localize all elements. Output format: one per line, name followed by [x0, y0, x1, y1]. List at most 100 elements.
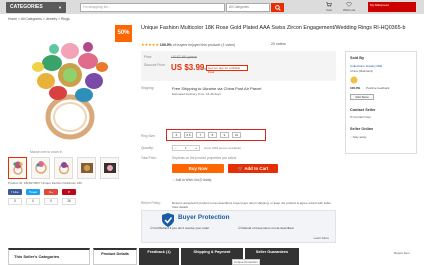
thumbnail[interactable]: [8, 157, 27, 179]
tab-feedback[interactable]: Feedback (1): [139, 248, 179, 265]
price-label: Price:: [144, 55, 153, 59]
orders-count: 20 orders: [271, 42, 286, 46]
thumbnail[interactable]: [31, 157, 50, 179]
report-item-link[interactable]: Report Item: [394, 251, 410, 255]
plus-icon[interactable]: +: [195, 146, 197, 150]
zoom-tip: Mouse over to zoom in: [30, 150, 63, 154]
sold-by-label: Sold By: [350, 56, 365, 60]
product-id: Product ID: 1829279557 Unique Fashion Mu…: [8, 181, 83, 185]
contact-now-link[interactable]: ✉ Contact Now: [350, 115, 371, 119]
thumbnail-strip: [8, 157, 132, 179]
price-box: Price: US $7.98 / piece Discount Price: …: [141, 51, 336, 81]
add-to-cart-label: Add to Cart: [244, 166, 269, 171]
price-unit: / piece: [197, 67, 207, 71]
ring-size-label: Ring Size:: [141, 134, 156, 138]
tweet-button[interactable]: Tweet: [26, 189, 40, 195]
cart-link[interactable]: Cart: [326, 2, 332, 12]
facebook-like-button[interactable]: f Like: [8, 189, 22, 195]
product-main-image[interactable]: [8, 25, 132, 149]
breadcrumb[interactable]: Home > All Categories > Jewelry > Rings: [8, 17, 70, 21]
total-price-text: Depends on the product properties you se…: [172, 156, 237, 160]
buy-now-button[interactable]: Buy Now: [172, 164, 224, 173]
top-header: CATEGORIES ▼ I'm shopping for... All Cat…: [0, 0, 424, 14]
search-input[interactable]: I'm shopping for...: [80, 3, 225, 12]
ring-thumbnail-icon: [104, 163, 116, 173]
visit-store-button[interactable]: Visit Store: [350, 94, 374, 100]
ring-size-option[interactable]: 8: [208, 132, 217, 138]
ring-thumbnail-icon: [81, 163, 93, 173]
cart-label: Cart: [326, 8, 332, 12]
ring-image: [32, 42, 108, 140]
store-location: China (Mainland): [350, 69, 373, 73]
keep-line: ☑ Refund or Keep items not as described: [238, 226, 293, 230]
rating-row: ★★★★★ 100.0% of buyers enjoyed this prod…: [141, 42, 286, 47]
refund-text: Full Refund if you don't receive your or…: [153, 226, 210, 230]
shipping-text[interactable]: Free Shipping to Ukraine via China Post …: [172, 86, 261, 91]
product-title: Unique Fashion Multicolor 18K Rose Gold …: [141, 25, 406, 31]
ring-thumbnail-icon: [58, 162, 70, 175]
thumbnail[interactable]: [100, 157, 119, 179]
search-icon: [274, 4, 281, 11]
ring-size-option[interactable]: 6: [172, 132, 181, 138]
add-to-wishlist-link[interactable]: ♡ Add to Wish List (0 Adds): [172, 178, 211, 182]
buyer-protection-title: Buyer Protection: [178, 214, 230, 221]
account-label: My AliExpress: [370, 2, 389, 7]
ring-size-option[interactable]: 7: [196, 132, 205, 138]
mobile-deal-link[interactable]: Get our app for a Mobile Deal: [206, 65, 248, 74]
ring-size-option[interactable]: 6.5: [184, 132, 193, 138]
quantity-stepper[interactable]: − 1 +: [172, 145, 200, 151]
share-buttons: f Like Tweet G+ P: [8, 189, 76, 195]
discount-badge: 50%: [115, 25, 132, 42]
thumbnail[interactable]: [77, 157, 96, 179]
account-menu[interactable]: My AliExpress: [368, 2, 416, 12]
ring-thumbnail-icon: [35, 161, 47, 174]
seller-online-heading: Seller Online: [350, 127, 374, 131]
rating-stars: ★★★★★: [141, 42, 159, 47]
shipping-estimate: Estimated Delivery Time: 15-49 days: [172, 92, 221, 96]
wishlist-label: Wish List: [343, 8, 356, 12]
share-count: 0: [8, 198, 22, 205]
cart-icon: [326, 2, 332, 7]
categories-button[interactable]: CATEGORIES ▼: [6, 2, 66, 13]
online-status-text: Stay away: [352, 135, 367, 139]
keep-text: Refund or Keep items not as described: [241, 226, 294, 230]
positive-label: Positive feedback: [366, 86, 390, 90]
original-price: US $7.98 / piece: [171, 55, 197, 59]
tab-product-details[interactable]: Product Details: [93, 248, 137, 265]
shipping-label: Shipping:: [141, 86, 155, 90]
quantity-value[interactable]: 1: [185, 146, 187, 150]
ring-thumbnail-icon: [13, 161, 23, 175]
chevron-down-icon: ▼: [58, 5, 62, 10]
add-to-cart-button[interactable]: 🛒 Add to Cart: [228, 164, 278, 173]
share-count: 0: [44, 198, 58, 205]
wishlist-link[interactable]: Wish List: [343, 2, 355, 12]
rating-percent: 100.0%: [159, 43, 172, 47]
total-price-label: Total Price:: [141, 156, 157, 160]
return-policy-text: Returns accepted if product not as descr…: [172, 201, 332, 209]
google-plus-button[interactable]: G+: [44, 189, 58, 195]
contact-now-label: Contact Now: [353, 115, 371, 119]
buyer-protection-box: Buyer Protection ☑ Full Refund if you do…: [141, 210, 336, 243]
positive-percent: 100.0%: [350, 86, 361, 90]
rating-suffix[interactable]: of buyers enjoyed this product! (1 votes…: [173, 43, 235, 47]
contact-seller-heading: Contact Seller: [350, 108, 376, 112]
share-counts: 0 0 0 26: [8, 198, 76, 205]
share-count: 0: [26, 198, 40, 205]
thumbnail[interactable]: [54, 157, 73, 179]
search-scope-select[interactable]: All Categories: [226, 3, 270, 12]
refund-line: ☑ Full Refund if you don't receive your …: [150, 226, 209, 230]
pinterest-button[interactable]: P: [62, 189, 76, 195]
share-count: 26: [62, 198, 76, 205]
quantity-label: Quantity:: [141, 146, 154, 150]
ring-size-option[interactable]: 10: [232, 132, 241, 138]
categories-label: CATEGORIES: [10, 4, 43, 10]
search-button[interactable]: [271, 3, 284, 12]
minus-icon[interactable]: −: [175, 146, 177, 150]
heart-icon: [346, 2, 352, 7]
learn-more-link[interactable]: Learn More: [314, 236, 329, 240]
seller-panel: Sold By Collections Jewelry Mall China (…: [345, 51, 417, 154]
seller-categories-header: This Seller's Categories: [8, 248, 90, 265]
store-name[interactable]: Collections Jewelry Mall: [350, 64, 382, 68]
tooltip: Unique Protection: [232, 259, 260, 265]
ring-size-option[interactable]: 9: [220, 132, 229, 138]
